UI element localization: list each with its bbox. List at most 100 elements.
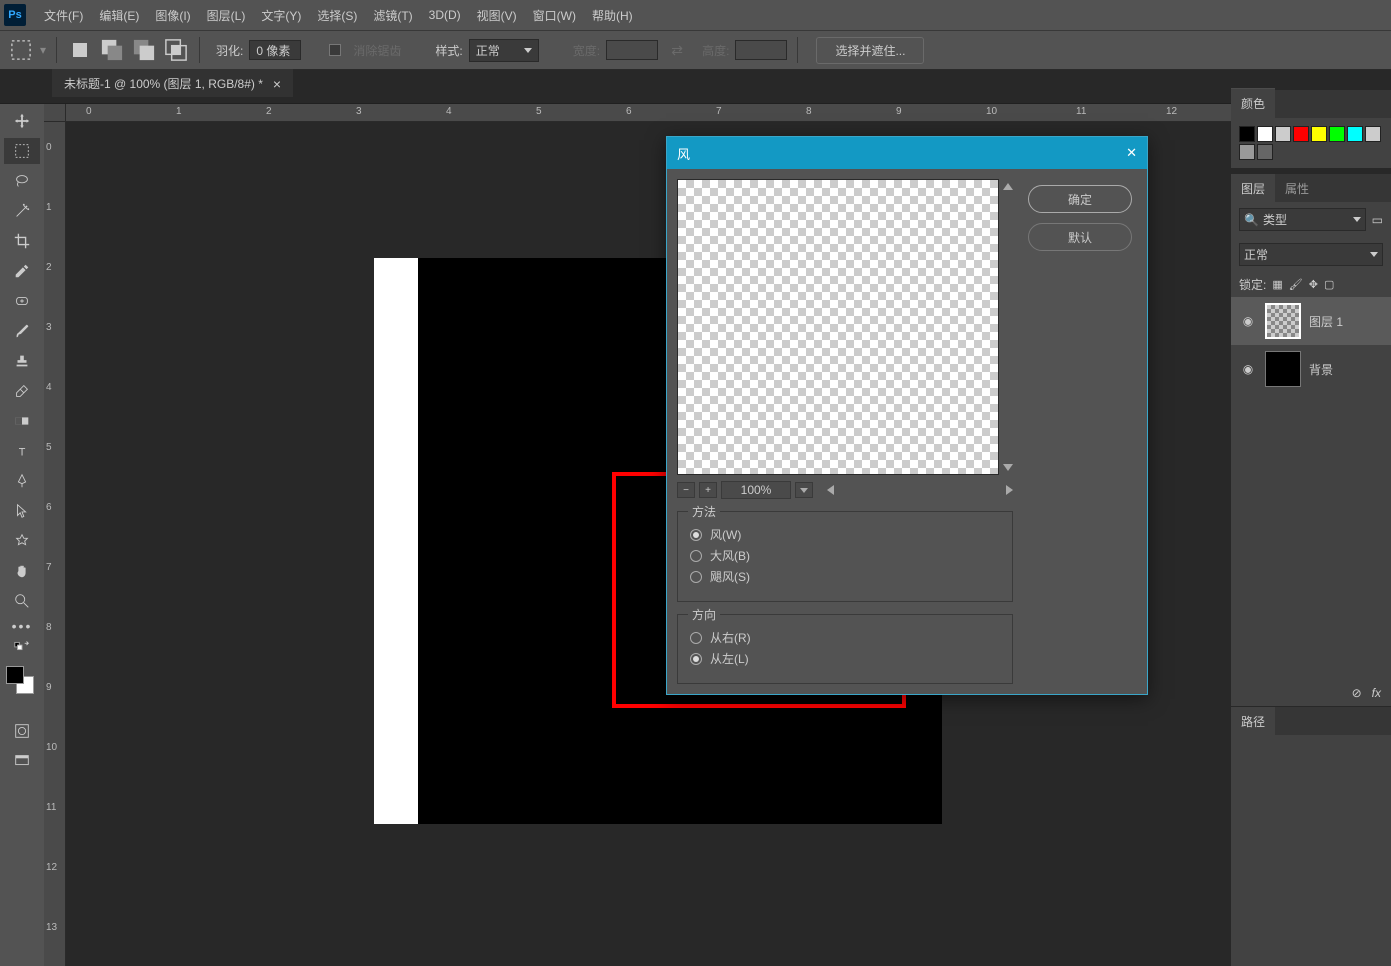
visibility-icon[interactable]: ◉ <box>1239 362 1257 376</box>
options-bar: ▾ 羽化: 消除锯齿 样式: 正常 宽度: ⇄ 高度: 选择并遮住... <box>0 30 1391 70</box>
menu-image[interactable]: 图像(I) <box>147 1 198 30</box>
crop-tool[interactable] <box>4 228 40 254</box>
menu-filter[interactable]: 滤镜(T) <box>365 1 420 30</box>
layers-tab[interactable]: 图层 <box>1231 174 1275 202</box>
eraser-tool[interactable] <box>4 378 40 404</box>
menu-type[interactable]: 文字(Y) <box>253 1 309 30</box>
zoom-out-button[interactable]: − <box>677 482 695 498</box>
pen-tool[interactable] <box>4 468 40 494</box>
tab-close-icon[interactable]: × <box>273 76 281 92</box>
preview-scroll-left-icon[interactable] <box>827 485 834 495</box>
menu-view[interactable]: 视图(V) <box>469 1 525 30</box>
antialias-label: 消除锯齿 <box>353 42 401 59</box>
style-dropdown[interactable]: 正常 <box>469 39 539 62</box>
move-tool[interactable] <box>4 108 40 134</box>
link-layers-icon[interactable]: ⊘ <box>1352 686 1362 700</box>
ok-button[interactable]: 确定 <box>1028 185 1132 213</box>
dialog-close-icon[interactable]: ✕ <box>1126 145 1137 161</box>
brush-tool[interactable] <box>4 318 40 344</box>
dialog-preview[interactable] <box>677 179 999 475</box>
menu-layer[interactable]: 图层(L) <box>199 1 254 30</box>
lasso-tool[interactable] <box>4 168 40 194</box>
menu-edit[interactable]: 编辑(E) <box>91 1 147 30</box>
eyedropper-tool[interactable] <box>4 258 40 284</box>
swatch[interactable] <box>1275 126 1291 142</box>
sel-add-icon[interactable] <box>99 37 125 63</box>
method-wind-radio[interactable]: 风(W) <box>690 526 1000 543</box>
ruler-horizontal[interactable]: 012345678910111213 <box>66 104 1231 122</box>
sel-sub-icon[interactable] <box>131 37 157 63</box>
layer-thumb[interactable] <box>1265 303 1301 339</box>
fg-bg-swap-icon[interactable] <box>4 638 40 654</box>
lock-pos-icon[interactable]: ✥ <box>1309 278 1318 291</box>
lock-paint-icon[interactable]: 🖌 <box>1289 278 1303 291</box>
menu-3d[interactable]: 3D(D) <box>421 2 469 28</box>
direction-group: 方向 从右(R) 从左(L) <box>677 614 1013 684</box>
color-swatch[interactable] <box>4 664 40 694</box>
color-swatches <box>1231 118 1391 168</box>
screenmode-tool[interactable] <box>4 748 40 774</box>
properties-tab[interactable]: 属性 <box>1275 174 1319 202</box>
visibility-icon[interactable]: ◉ <box>1239 314 1257 328</box>
layer-row-bg[interactable]: ◉ 背景 <box>1231 345 1391 393</box>
layer-name[interactable]: 背景 <box>1309 361 1333 378</box>
shape-tool[interactable] <box>4 528 40 554</box>
magic-wand-tool[interactable] <box>4 198 40 224</box>
filter-image-icon[interactable]: ▭ <box>1372 213 1383 227</box>
color-panel-tab[interactable]: 颜色 <box>1231 88 1275 118</box>
dir-right-radio[interactable]: 从右(R) <box>690 629 1000 646</box>
sel-intersect-icon[interactable] <box>163 37 189 63</box>
gradient-tool[interactable] <box>4 408 40 434</box>
select-and-mask-button[interactable]: 选择并遮住... <box>816 37 924 64</box>
menu-file[interactable]: 文件(F) <box>36 1 91 30</box>
lock-artboard-icon[interactable]: ▢ <box>1324 278 1334 291</box>
menu-window[interactable]: 窗口(W) <box>525 1 584 30</box>
preview-scroll-down-icon[interactable] <box>1003 464 1013 471</box>
layer-filter-dropdown[interactable]: 🔍 类型 <box>1239 208 1366 231</box>
layer-row-1[interactable]: ◉ 图层 1 <box>1231 297 1391 345</box>
swatch[interactable] <box>1239 144 1255 160</box>
blend-mode-dropdown[interactable]: 正常 <box>1239 243 1383 266</box>
paths-tab[interactable]: 路径 <box>1231 707 1275 735</box>
sel-new-icon[interactable] <box>67 37 93 63</box>
stamp-tool[interactable] <box>4 348 40 374</box>
ruler-vertical[interactable]: 012345678910111213 <box>44 122 66 966</box>
quickmask-tool[interactable] <box>4 718 40 744</box>
swatch[interactable] <box>1257 144 1273 160</box>
swatch[interactable] <box>1293 126 1309 142</box>
hand-tool[interactable] <box>4 558 40 584</box>
swatch[interactable] <box>1329 126 1345 142</box>
zoom-value[interactable]: 100% <box>721 481 791 499</box>
foreground-color[interactable] <box>6 666 24 684</box>
swatch[interactable] <box>1257 126 1273 142</box>
document-tab[interactable]: 未标题-1 @ 100% (图层 1, RGB/8#) * × <box>52 69 293 97</box>
zoom-in-button[interactable]: + <box>699 482 717 498</box>
layer-thumb[interactable] <box>1265 351 1301 387</box>
menu-select[interactable]: 选择(S) <box>309 1 365 30</box>
zoom-tool[interactable] <box>4 588 40 614</box>
swatch[interactable] <box>1347 126 1363 142</box>
dir-left-radio[interactable]: 从左(L) <box>690 650 1000 667</box>
marquee-tool[interactable] <box>4 138 40 164</box>
swatch[interactable] <box>1239 126 1255 142</box>
preview-scroll-right-icon[interactable] <box>1006 485 1013 495</box>
healing-tool[interactable] <box>4 288 40 314</box>
type-tool[interactable]: T <box>4 438 40 464</box>
preview-scroll-up-icon[interactable] <box>1003 183 1013 190</box>
ruler-origin[interactable] <box>44 104 66 122</box>
feather-input[interactable] <box>249 40 301 60</box>
lock-trans-icon[interactable]: ▦ <box>1272 278 1282 291</box>
swatch[interactable] <box>1311 126 1327 142</box>
path-select-tool[interactable] <box>4 498 40 524</box>
fx-icon[interactable]: fx <box>1372 686 1381 700</box>
edit-toolbar-icon[interactable]: ••• <box>4 618 40 634</box>
default-button[interactable]: 默认 <box>1028 223 1132 251</box>
layer-name[interactable]: 图层 1 <box>1309 313 1343 330</box>
menu-help[interactable]: 帮助(H) <box>584 1 641 30</box>
method-stagger-radio[interactable]: 飓风(S) <box>690 568 1000 585</box>
swatch[interactable] <box>1365 126 1381 142</box>
marquee-tool-icon[interactable] <box>8 37 34 63</box>
method-blast-radio[interactable]: 大风(B) <box>690 547 1000 564</box>
dialog-titlebar[interactable]: 风 ✕ <box>667 137 1147 169</box>
zoom-dropdown-icon[interactable] <box>795 482 813 498</box>
